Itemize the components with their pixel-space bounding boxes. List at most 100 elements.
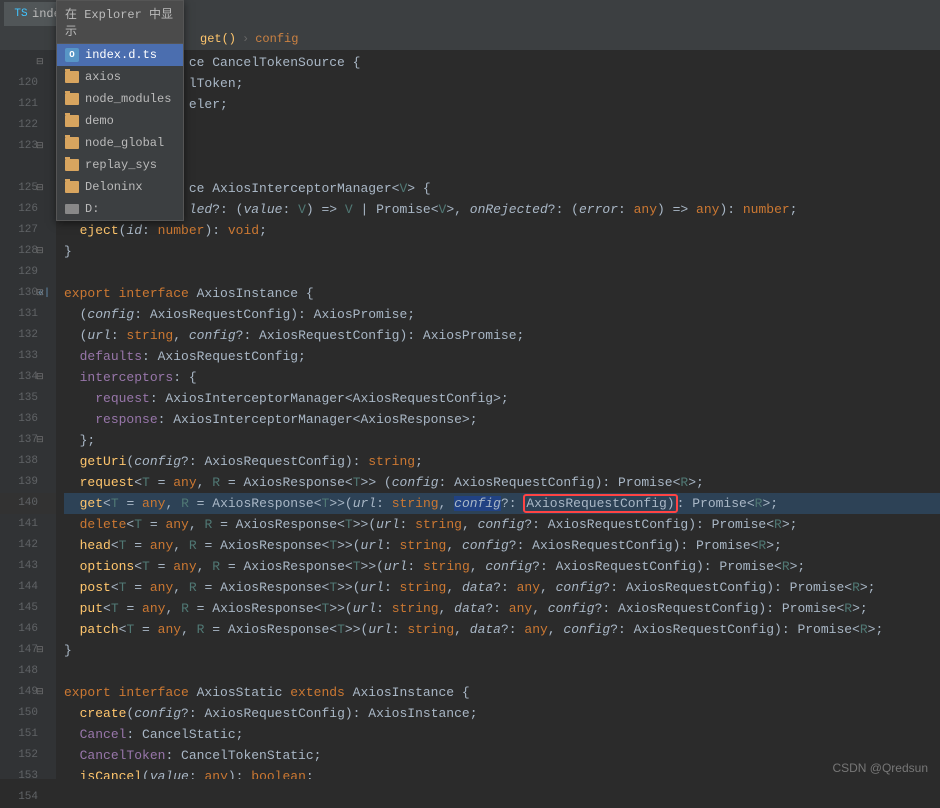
line-number[interactable]: 133 (0, 346, 56, 367)
line-number[interactable]: 141 (0, 514, 56, 535)
code-line[interactable]: export interface AxiosInstance { (64, 283, 940, 304)
line-number[interactable]: 137⊟ (0, 430, 56, 451)
code-line[interactable]: request: AxiosInterceptorManager<AxiosRe… (64, 388, 940, 409)
line-number[interactable]: 139 (0, 472, 56, 493)
code-line[interactable]: CancelToken: CancelTokenStatic; (64, 745, 940, 766)
code-line-current[interactable]: get<T = any, R = AxiosResponse<T>>(url: … (64, 493, 940, 514)
line-number[interactable]: 136 (0, 409, 56, 430)
code-line[interactable] (64, 661, 940, 682)
object-file-icon: O (65, 48, 79, 62)
disk-icon (65, 204, 79, 214)
code-line[interactable]: delete<T = any, R = AxiosResponse<T>>(ur… (64, 514, 940, 535)
line-number[interactable]: 146 (0, 619, 56, 640)
line-number[interactable]: 127 (0, 220, 56, 241)
line-number[interactable]: 151 (0, 724, 56, 745)
code-line[interactable]: Cancel: CancelStatic; (64, 724, 940, 745)
code-line[interactable]: led?: (value: V) => V | Promise<V>, onRe… (64, 199, 940, 220)
code-editor[interactable]: ce CancelTokenSource { lToken; eler; ce … (56, 50, 940, 779)
code-line[interactable] (64, 157, 940, 178)
code-line[interactable] (64, 262, 940, 283)
line-number[interactable]: 135 (0, 388, 56, 409)
code-line[interactable]: put<T = any, R = AxiosResponse<T>>(url: … (64, 598, 940, 619)
code-line[interactable]: lToken; (64, 73, 940, 94)
line-number[interactable]: 152 (0, 745, 56, 766)
line-number[interactable]: 153 (0, 766, 56, 787)
code-line[interactable]: } (64, 241, 940, 262)
folder-icon (65, 181, 79, 193)
folder-icon (65, 71, 79, 83)
menu-item-folder[interactable]: node_modules (57, 88, 183, 110)
menu-item-label: axios (85, 70, 121, 84)
code-line[interactable]: options<T = any, R = AxiosResponse<T>>(u… (64, 556, 940, 577)
code-line[interactable]: ce CancelTokenSource { (64, 52, 940, 73)
line-number-current[interactable]: 140 (0, 493, 56, 514)
line-number[interactable]: 130«|⊟ (0, 283, 56, 304)
line-number[interactable] (0, 157, 56, 178)
code-line[interactable]: post<T = any, R = AxiosResponse<T>>(url:… (64, 577, 940, 598)
line-number[interactable]: ⊟ (0, 52, 56, 73)
breadcrumb-method[interactable]: get() (200, 32, 236, 46)
breadcrumb-param[interactable]: config (255, 32, 298, 46)
line-number[interactable]: 149⊟ (0, 682, 56, 703)
code-line[interactable] (64, 115, 940, 136)
chevron-right-icon: › (242, 32, 249, 46)
code-line[interactable]: ce AxiosInterceptorManager<V> { (64, 178, 940, 199)
line-number[interactable]: 144 (0, 577, 56, 598)
line-number[interactable]: 128⊟ (0, 241, 56, 262)
line-number[interactable]: 131 (0, 304, 56, 325)
code-line[interactable]: eler; (64, 94, 940, 115)
line-number[interactable]: 134⊟ (0, 367, 56, 388)
line-number[interactable]: 125⊟ (0, 178, 56, 199)
menu-item-folder[interactable]: axios (57, 66, 183, 88)
folder-icon (65, 159, 79, 171)
ts-file-icon: TS (14, 7, 28, 21)
code-line[interactable]: getUri(config?: AxiosRequestConfig): str… (64, 451, 940, 472)
menu-item-label: D: (85, 202, 99, 216)
code-line[interactable]: request<T = any, R = AxiosResponse<T>> (… (64, 472, 940, 493)
menu-item-folder[interactable]: replay_sys (57, 154, 183, 176)
code-line[interactable]: (url: string, config?: AxiosRequestConfi… (64, 325, 940, 346)
line-number[interactable]: 129 (0, 262, 56, 283)
code-line[interactable]: isCancel(value: any): boolean; (64, 766, 940, 779)
context-menu: 在 Explorer 中显示 O index.d.ts axios node_m… (56, 0, 184, 221)
line-number[interactable]: 122 (0, 115, 56, 136)
line-number[interactable]: 154 (0, 787, 56, 808)
menu-item-file[interactable]: O index.d.ts (57, 44, 183, 66)
menu-item-folder[interactable]: Deloninx (57, 176, 183, 198)
menu-item-disk[interactable]: D: (57, 198, 183, 220)
line-number[interactable]: 142 (0, 535, 56, 556)
menu-item-folder[interactable]: demo (57, 110, 183, 132)
menu-item-label: index.d.ts (85, 48, 157, 62)
gutter[interactable]: ⊟ 120 121 122 123⊟ 125⊟ 126 127 128⊟ 129… (0, 50, 56, 779)
menu-item-folder[interactable]: node_global (57, 132, 183, 154)
line-number[interactable]: 126 (0, 199, 56, 220)
line-number[interactable]: 120 (0, 73, 56, 94)
code-line[interactable]: defaults: AxiosRequestConfig; (64, 346, 940, 367)
code-line[interactable]: }; (64, 430, 940, 451)
line-number[interactable]: 147⊟ (0, 640, 56, 661)
line-number[interactable]: 143 (0, 556, 56, 577)
code-line[interactable] (64, 136, 940, 157)
code-line[interactable]: (config: AxiosRequestConfig): AxiosPromi… (64, 304, 940, 325)
menu-item-label: replay_sys (85, 158, 157, 172)
code-line[interactable]: } (64, 640, 940, 661)
line-number[interactable]: 145 (0, 598, 56, 619)
code-line[interactable]: interceptors: { (64, 367, 940, 388)
watermark: CSDN @Qredsun (832, 761, 928, 775)
folder-icon (65, 93, 79, 105)
line-number[interactable]: 121 (0, 94, 56, 115)
code-line[interactable]: export interface AxiosStatic extends Axi… (64, 682, 940, 703)
menu-item-label: demo (85, 114, 114, 128)
line-number[interactable]: 150 (0, 703, 56, 724)
folder-icon (65, 115, 79, 127)
line-number[interactable]: 138 (0, 451, 56, 472)
code-line[interactable]: eject(id: number): void; (64, 220, 940, 241)
code-line[interactable]: response: AxiosInterceptorManager<AxiosR… (64, 409, 940, 430)
code-line[interactable]: patch<T = any, R = AxiosResponse<T>>(url… (64, 619, 940, 640)
line-number[interactable]: 123⊟ (0, 136, 56, 157)
context-menu-title: 在 Explorer 中显示 (57, 1, 183, 44)
line-number[interactable]: 148 (0, 661, 56, 682)
line-number[interactable]: 132 (0, 325, 56, 346)
code-line[interactable]: head<T = any, R = AxiosResponse<T>>(url:… (64, 535, 940, 556)
code-line[interactable]: create(config?: AxiosRequestConfig): Axi… (64, 703, 940, 724)
